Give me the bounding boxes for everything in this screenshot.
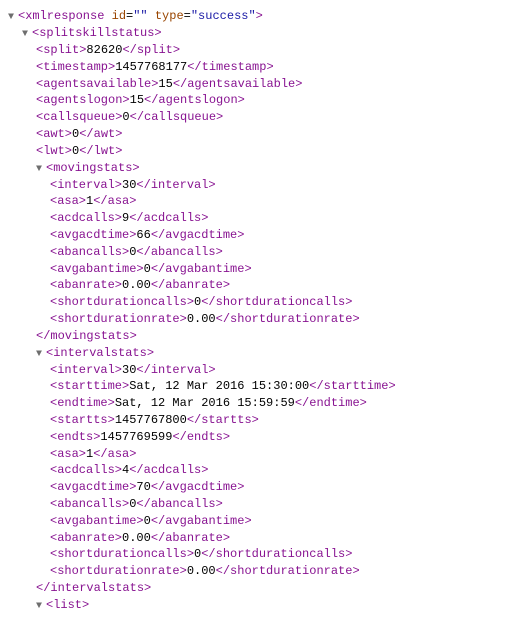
abanrate-node: <abanrate>0.00</abanrate> <box>8 530 509 547</box>
splitskillstatus-open[interactable]: ▼<splitskillstatus> <box>8 25 509 42</box>
intervalstats-close: </intervalstats> <box>8 580 509 597</box>
twisty-icon[interactable]: ▼ <box>8 11 18 25</box>
avgacdtime-node: <avgacdtime>70</avgacdtime> <box>8 479 509 496</box>
asa-node: <asa>1</asa> <box>8 193 509 210</box>
avgabantime-node: <avgabantime>0</avgabantime> <box>8 513 509 530</box>
acdcalls-node: <acdcalls>9</acdcalls> <box>8 210 509 227</box>
shortdurationcalls-node: <shortdurationcalls>0</shortdurationcall… <box>8 546 509 563</box>
starttime-node: <starttime>Sat, 12 Mar 2016 15:30:00</st… <box>8 378 509 395</box>
lwt-node: <lwt>0</lwt> <box>8 143 509 160</box>
abancalls-node: <abancalls>0</abancalls> <box>8 496 509 513</box>
shortdurationcalls-node: <shortdurationcalls>0</shortdurationcall… <box>8 294 509 311</box>
asa-node: <asa>1</asa> <box>8 446 509 463</box>
shortdurationrate-node: <shortdurationrate>0.00</shortdurationra… <box>8 563 509 580</box>
movingstats-close: </movingstats> <box>8 328 509 345</box>
agentsavailable-node: <agentsavailable>15</agentsavailable> <box>8 76 509 93</box>
interval-node: <interval>30</interval> <box>8 362 509 379</box>
avgacdtime-node: <avgacdtime>66</avgacdtime> <box>8 227 509 244</box>
list-open[interactable]: ▼<list> <box>8 597 509 614</box>
agentslogon-node: <agentslogon>15</agentslogon> <box>8 92 509 109</box>
callsqueue-node: <callsqueue>0</callsqueue> <box>8 109 509 126</box>
interval-node: <interval>30</interval> <box>8 177 509 194</box>
shortdurationrate-node: <shortdurationrate>0.00</shortdurationra… <box>8 311 509 328</box>
xmlresponse-open[interactable]: ▼<xmlresponse id="" type="success"> <box>8 8 509 25</box>
xml-tree: ▼<xmlresponse id="" type="success"> ▼<sp… <box>8 8 509 614</box>
avgabantime-node: <avgabantime>0</avgabantime> <box>8 261 509 278</box>
endtime-node: <endtime>Sat, 12 Mar 2016 15:59:59</endt… <box>8 395 509 412</box>
acdcalls-node: <acdcalls>4</acdcalls> <box>8 462 509 479</box>
abanrate-node: <abanrate>0.00</abanrate> <box>8 277 509 294</box>
awt-node: <awt>0</awt> <box>8 126 509 143</box>
twisty-icon[interactable]: ▼ <box>22 28 32 42</box>
abancalls-node: <abancalls>0</abancalls> <box>8 244 509 261</box>
twisty-icon[interactable]: ▼ <box>36 600 46 614</box>
startts-node: <startts>1457767800</startts> <box>8 412 509 429</box>
endts-node: <endts>1457769599</endts> <box>8 429 509 446</box>
intervalstats-open[interactable]: ▼<intervalstats> <box>8 345 509 362</box>
twisty-icon[interactable]: ▼ <box>36 348 46 362</box>
split-node: <split>82620</split> <box>8 42 509 59</box>
twisty-icon[interactable]: ▼ <box>36 163 46 177</box>
movingstats-open[interactable]: ▼<movingstats> <box>8 160 509 177</box>
timestamp-node: <timestamp>1457768177</timestamp> <box>8 59 509 76</box>
